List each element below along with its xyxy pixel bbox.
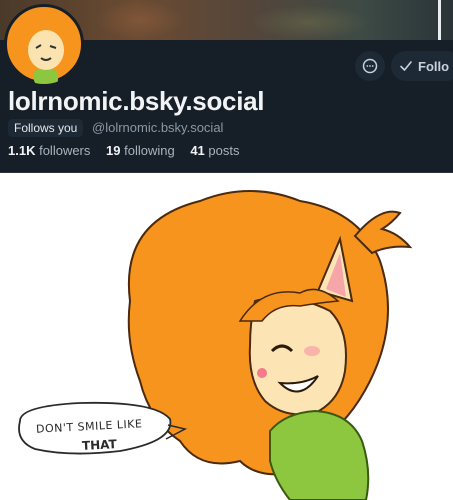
- banner-foliage-2: [250, 5, 370, 40]
- profile-handle: @lolrnomic.bsky.social: [92, 120, 224, 135]
- profile-display-name: lolrnomic.bsky.social: [8, 86, 265, 116]
- following-count: 19: [106, 143, 121, 158]
- banner-foliage: [95, 0, 185, 40]
- follow-button[interactable]: Follo: [391, 51, 453, 81]
- avatar[interactable]: [4, 4, 84, 84]
- banner-edge: [438, 0, 441, 40]
- check-icon: [400, 61, 412, 71]
- profile-stats: 1.1K followers 19 following 41 posts: [8, 143, 252, 158]
- speech-bubble-text-2: THAT: [81, 437, 118, 453]
- avatar-image: [5, 5, 83, 84]
- message-button[interactable]: [355, 51, 385, 81]
- follow-button-label: Follo: [418, 58, 450, 74]
- posts-label: posts: [208, 143, 240, 158]
- following-label: following: [124, 143, 175, 158]
- posts-count: 41: [190, 143, 205, 158]
- followers-label: followers: [39, 143, 91, 158]
- posts-stat: 41 posts: [190, 143, 245, 158]
- followers-count: 1.1K: [8, 143, 36, 158]
- post-image[interactable]: Don't smile like THAT: [0, 172, 453, 500]
- followers-link[interactable]: 1.1K followers: [8, 143, 96, 158]
- message-circle-icon: [362, 58, 378, 74]
- following-link[interactable]: 19 following: [106, 143, 181, 158]
- follows-you-badge: Follows you: [8, 119, 84, 137]
- post-illustration: [0, 173, 453, 500]
